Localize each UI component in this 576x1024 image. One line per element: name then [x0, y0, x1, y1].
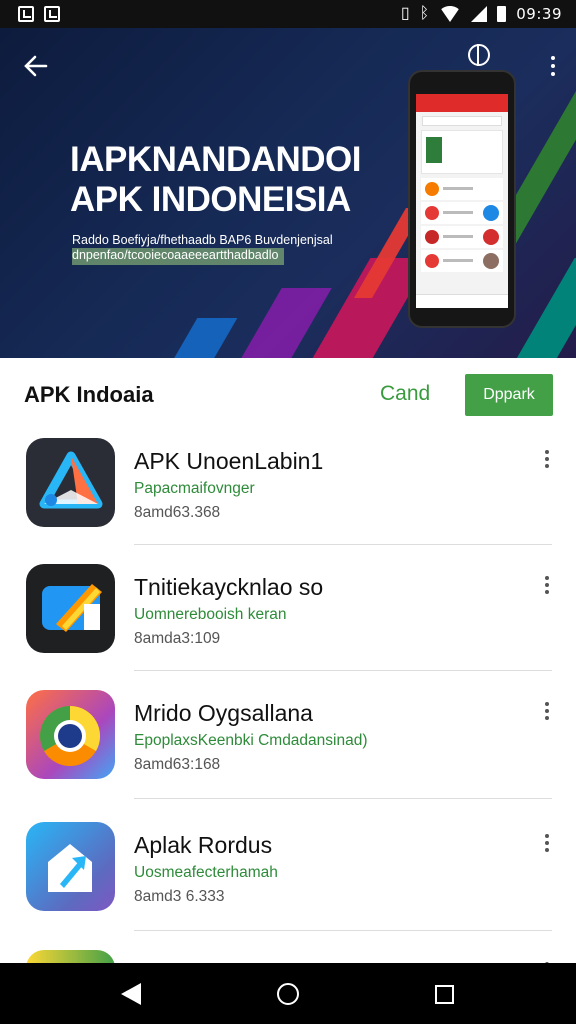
- open-button[interactable]: Dppark: [465, 374, 553, 416]
- image-notification-icon: [44, 6, 60, 22]
- app-name: Mrido Oygsallana: [134, 700, 313, 726]
- app-meta: 8amd63.368: [134, 504, 221, 521]
- list-header: APK Indoaia Cand Dppark: [0, 374, 576, 418]
- list-item[interactable]: [0, 940, 576, 963]
- banner-title-line1: IAPKNANDANDOI: [70, 140, 362, 179]
- page-title: APK Indoaia: [24, 382, 154, 407]
- divider: [134, 798, 552, 799]
- wifi-icon: [439, 6, 462, 22]
- divider: [134, 930, 552, 931]
- hero-banner: IAPKNANDANDOI APK INDONEISIA Raddo Boefi…: [0, 28, 576, 358]
- nav-back-icon[interactable]: [121, 983, 141, 1005]
- app-meta: 8amda3:109: [134, 630, 221, 647]
- more-options-icon[interactable]: [550, 56, 556, 78]
- shopping-bag-arrow-icon: [26, 822, 115, 911]
- banner-stripe: [218, 288, 332, 358]
- banner-subtitle: Raddo Boefiyja/fhethaadb BAP6 Buvdenjenj…: [72, 233, 362, 265]
- divider: [134, 544, 552, 545]
- battery-icon: [497, 6, 507, 22]
- signal-icon: [471, 6, 488, 22]
- delta-triangle-icon: [26, 438, 115, 527]
- app-developer[interactable]: Uomnerebooish keran: [134, 606, 287, 624]
- list-item[interactable]: Mrido Oygsallana EpoplaxsKeenbki Cmdadan…: [0, 680, 576, 806]
- item-menu-icon[interactable]: [543, 702, 551, 722]
- item-menu-icon[interactable]: [543, 834, 551, 854]
- banner-subtitle-line1: Raddo Boefiyja/fhethaadb BAP6 Buvdenjenj…: [72, 233, 333, 247]
- back-arrow-icon[interactable]: [22, 52, 50, 80]
- banner-subtitle-line2: dnpenfao/tcooiecoaaeeeartthadbadlo: [72, 248, 285, 265]
- chrome-browser-icon: [26, 690, 115, 779]
- nav-recents-icon[interactable]: [435, 985, 454, 1004]
- app-icon-partial: [26, 950, 115, 963]
- system-nav-bar: [0, 963, 576, 1024]
- app-meta: 8amd63:168: [134, 756, 221, 773]
- app-name: APK UnoenLabin1: [134, 448, 324, 474]
- divider: [134, 670, 552, 671]
- app-developer[interactable]: Uosmeafecterhamah: [134, 864, 278, 882]
- banner-stripe: [162, 318, 238, 358]
- list-item[interactable]: Aplak Rordus Uosmeafecterhamah 8amd3 6.3…: [0, 812, 576, 938]
- nav-home-icon[interactable]: [277, 983, 299, 1005]
- list-item[interactable]: APK UnoenLabin1 Papacmaifovnger 8amd63.3…: [0, 428, 576, 554]
- chrome-icon[interactable]: [468, 44, 490, 66]
- vibrate-icon: ▯: [400, 5, 410, 22]
- app-developer[interactable]: EpoplaxsKeenbki Cmdadansinad): [134, 732, 368, 750]
- app-name: Tnitiekaycknlao so: [134, 574, 324, 600]
- item-menu-icon[interactable]: [543, 450, 551, 470]
- status-bar: ▯ ᛒ 09:39: [0, 0, 576, 28]
- bluetooth-icon: ᛒ: [419, 5, 430, 22]
- pencil-note-icon: [26, 564, 115, 653]
- list-item[interactable]: Tnitiekaycknlao so Uomnerebooish keran 8…: [0, 554, 576, 680]
- cancel-button[interactable]: Cand: [380, 382, 430, 406]
- banner-title-line2: APK INDONEISIA: [70, 180, 351, 219]
- gallery-notification-icon: [18, 6, 34, 22]
- banner-title: IAPKNANDANDOI APK INDONEISIA: [70, 140, 370, 220]
- phone-mockup: [408, 70, 516, 328]
- phone-screen: [416, 94, 508, 308]
- status-time: 09:39: [516, 5, 562, 23]
- app-name: Aplak Rordus: [134, 832, 273, 858]
- app-meta: 8amd3 6.333: [134, 888, 225, 905]
- app-developer[interactable]: Papacmaifovnger: [134, 480, 255, 498]
- item-menu-icon[interactable]: [543, 576, 551, 596]
